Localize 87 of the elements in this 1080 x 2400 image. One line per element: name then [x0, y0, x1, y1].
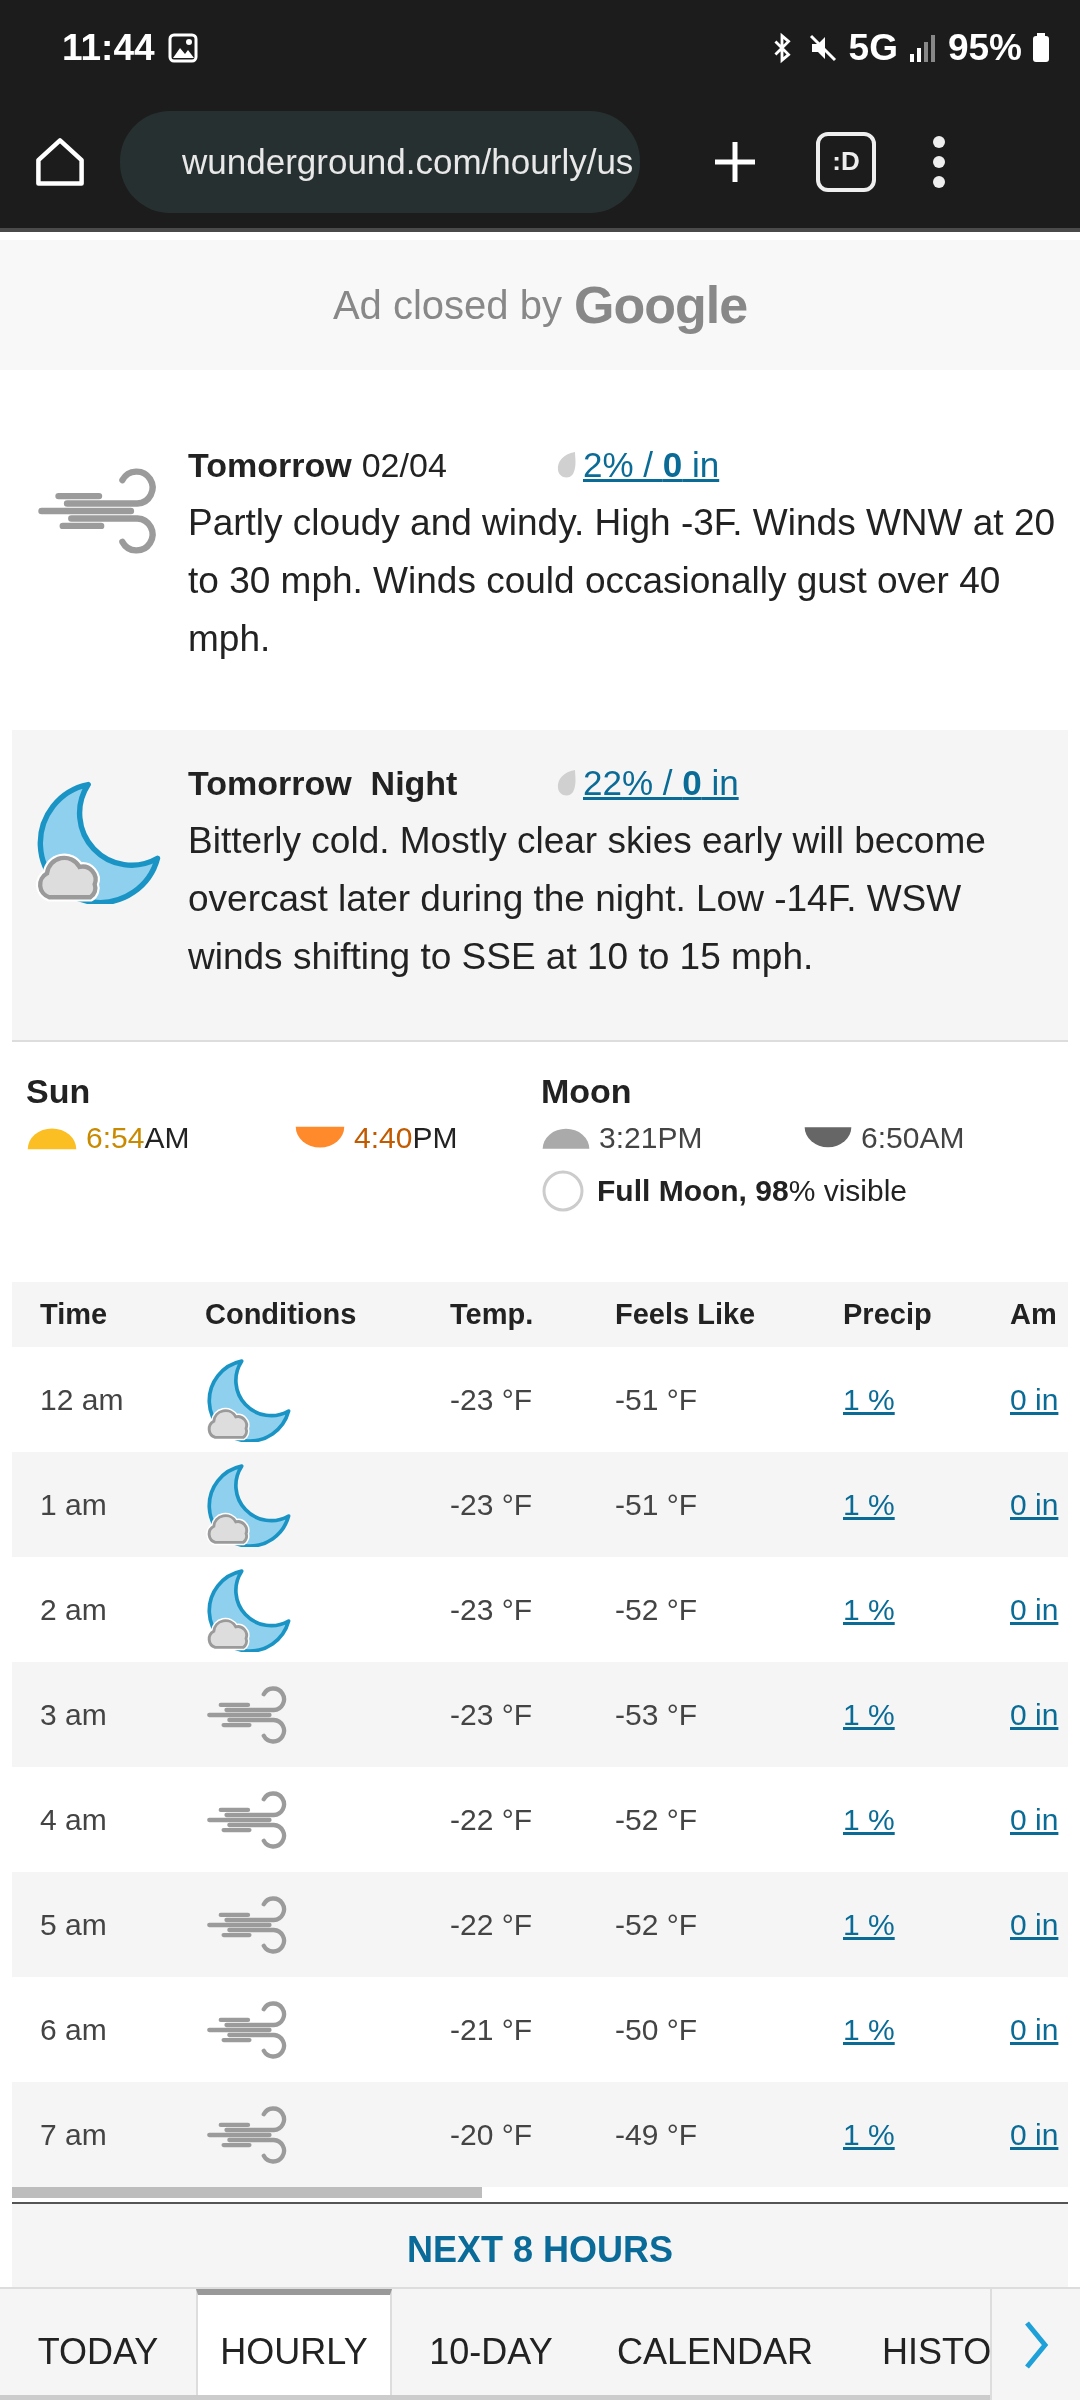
moon-phase: Full Moon, 98% visible [597, 1174, 908, 1208]
clock-time: 11:44 [62, 26, 155, 69]
temperature-cell-text: -20 °F [450, 2117, 534, 2152]
time-cell-text: 5 am [39, 1907, 108, 1942]
amount-link[interactable]: 0 in [1010, 1592, 1059, 1627]
feels-like-cell-text: -50 °F [615, 2012, 699, 2047]
tab-switcher-button[interactable]: :D [816, 131, 876, 192]
precip-link[interactable]: 1 % [843, 1382, 895, 1417]
column-header: Precip [843, 1298, 933, 1331]
temperature-cell-text: -21 °F [450, 2012, 534, 2047]
amount-link[interactable]: 0 in [1010, 2117, 1059, 2152]
precip-link[interactable]: 1 % [843, 1592, 895, 1627]
feels-like-cell-text: -52 °F [615, 1802, 699, 1837]
moon-cloud-icon [205, 1462, 293, 1547]
moon-cloud-icon [205, 1357, 293, 1442]
time-cell-text: 7 am [39, 2117, 108, 2152]
moonset-icon [803, 1126, 853, 1150]
sunrise-time: 6:54AM [86, 1121, 190, 1155]
image-icon [166, 31, 199, 64]
precip-link[interactable]: 1 % [843, 1697, 895, 1732]
full-moon-icon [541, 1169, 585, 1213]
time-cell-text: 3 am [39, 1697, 108, 1732]
feels-like-cell-text: -51 °F [615, 1382, 699, 1417]
column-header: Am [1010, 1298, 1058, 1331]
amount-link[interactable]: 0 in [1010, 1697, 1059, 1732]
menu-icon [931, 133, 947, 190]
precip-link[interactable]: 1 % [843, 1802, 895, 1837]
sunset-time: 4:40PM [354, 1121, 458, 1155]
forecast-title: Tomorrow Night [188, 763, 458, 803]
column-header: Time [39, 1298, 109, 1331]
raindrop-icon [555, 768, 577, 798]
moonrise-icon [541, 1126, 591, 1150]
raindrop-icon [555, 450, 577, 480]
precip-link[interactable]: 2% / 0 in [583, 445, 720, 485]
feels-like-cell-text: -51 °F [615, 1487, 699, 1522]
battery-icon [1032, 32, 1050, 63]
url-field[interactable]: wunderground.com/hourly/us [120, 110, 640, 213]
network-label: 5G [848, 26, 898, 69]
temperature-cell-text: -23 °F [450, 1487, 534, 1522]
amount-link[interactable]: 0 in [1010, 1487, 1059, 1522]
moonset-time: 6:50AM [861, 1121, 965, 1155]
ad-closed-notice: Ad closed by Google [331, 275, 749, 336]
column-header: Feels Like [615, 1298, 757, 1331]
temperature-cell-text: -22 °F [450, 1907, 534, 1942]
feels-like-cell-text: -52 °F [615, 1907, 699, 1942]
sunset-icon [294, 1126, 346, 1150]
sunrise-icon [26, 1126, 78, 1150]
sun-label: Sun [26, 1072, 92, 1111]
precip-link[interactable]: 1 % [843, 2117, 895, 2152]
amount-link[interactable]: 0 in [1010, 1802, 1059, 1837]
temperature-cell-text: -22 °F [450, 1802, 534, 1837]
precip-link[interactable]: 1 % [843, 1907, 895, 1942]
time-cell-text: 1 am [39, 1487, 108, 1522]
feels-like-cell-text: -53 °F [615, 1697, 699, 1732]
nav-tab[interactable]: TODAY [0, 2289, 196, 2395]
time-cell-text: 2 am [39, 1592, 108, 1627]
time-cell-text: 12 am [39, 1382, 125, 1417]
time-cell-text: 6 am [39, 2012, 108, 2047]
moon-cloud-icon [205, 1567, 293, 1652]
nav-tab[interactable]: HISTO [840, 2289, 990, 2395]
amount-link[interactable]: 0 in [1010, 1907, 1059, 1942]
temperature-cell-text: -23 °F [450, 1382, 534, 1417]
precip-link[interactable]: 1 % [843, 1487, 895, 1522]
nav-tab[interactable]: HOURLY [196, 2289, 392, 2395]
column-header: Conditions [205, 1298, 358, 1331]
forecast-title: Tomorrow [188, 445, 352, 485]
next-hours-button[interactable]: NEXT 8 HOURS [12, 2204, 1068, 2287]
feels-like-cell-text: -49 °F [615, 2117, 699, 2152]
moon-label: Moon [541, 1072, 633, 1111]
amount-link[interactable]: 0 in [1010, 1382, 1059, 1417]
feels-like-cell-text: -52 °F [615, 1592, 699, 1627]
temperature-cell-text: -23 °F [450, 1592, 534, 1627]
precip-link[interactable]: 1 % [843, 2012, 895, 2047]
nav-tab[interactable]: CALENDAR [590, 2289, 840, 2395]
temperature-cell-text: -23 °F [450, 1697, 534, 1732]
forecast-description: Bitterly cold. Mostly clear skies early will become overcast later during the night. Low -14F. WSW winds shifting to SSE at 10 to 15 mph. [188, 819, 987, 979]
nav-tab[interactable]: 10-DAY [392, 2289, 590, 2395]
scrollbar-thumb[interactable] [12, 2187, 482, 2198]
battery-percent: 95% [947, 26, 1022, 69]
forecast-date: 02/04 [361, 445, 447, 485]
moonrise-time: 3:21PM [599, 1121, 703, 1155]
plus-icon [713, 139, 757, 184]
amount-link[interactable]: 0 in [1010, 2012, 1059, 2047]
forecast-description: Partly cloudy and windy. High -3F. Winds WNW at 20 to 30 mph. Winds could occasionally gust over 40 mph. [188, 501, 1056, 661]
time-cell-text: 4 am [39, 1802, 108, 1837]
precip-link[interactable]: 22% / 0 in [583, 763, 739, 803]
column-header: Temp. [450, 1298, 535, 1331]
